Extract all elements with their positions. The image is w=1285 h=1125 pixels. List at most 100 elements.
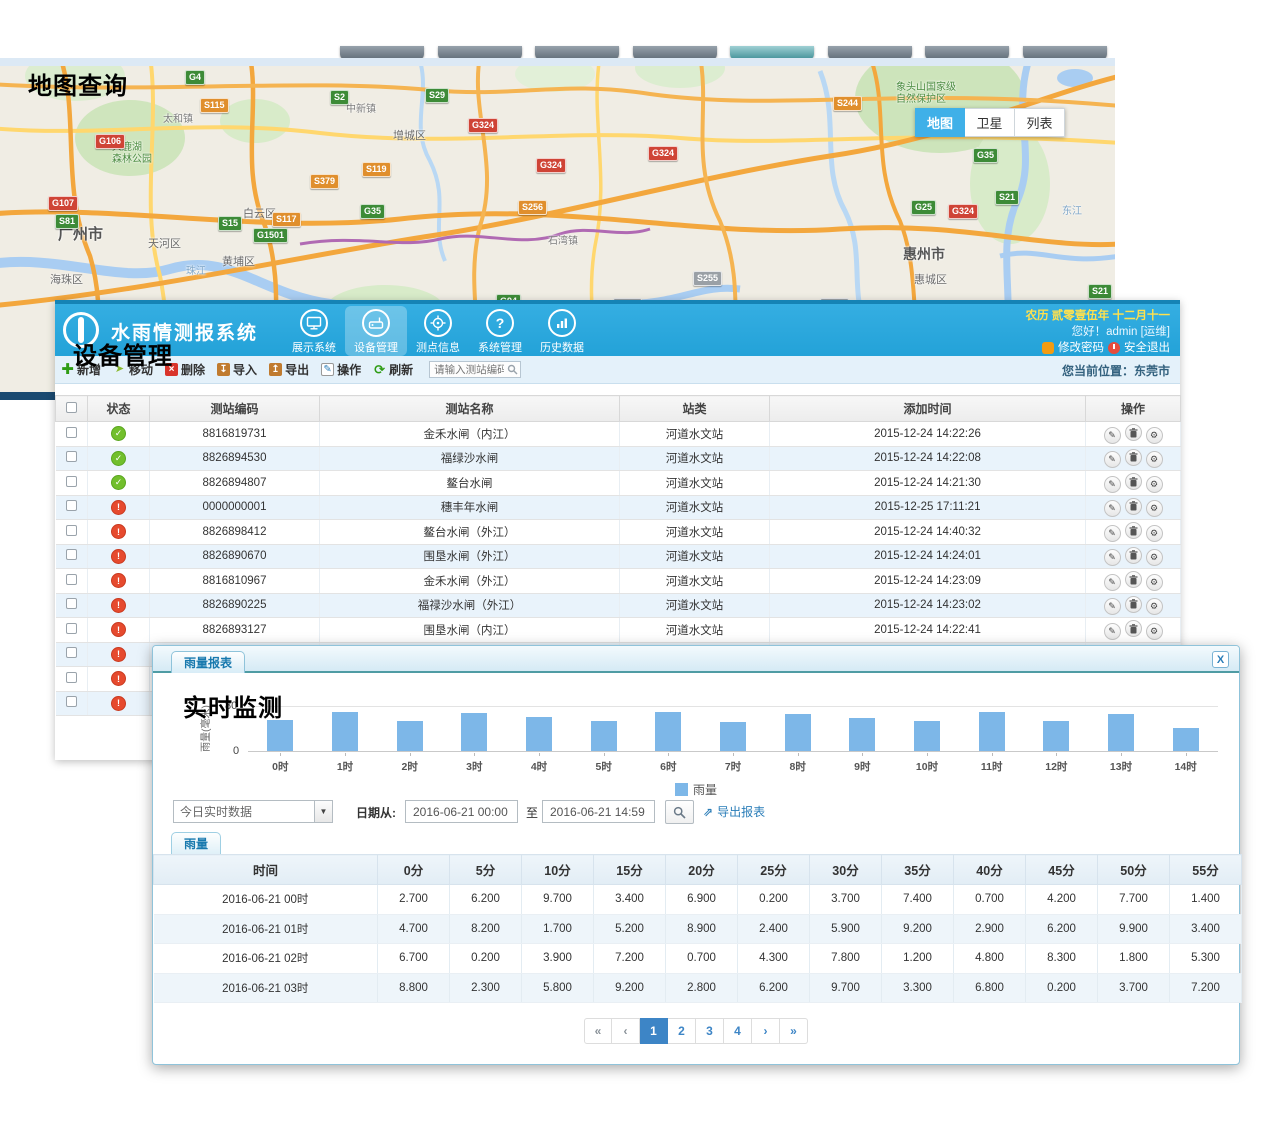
display-icon bbox=[300, 309, 328, 337]
status-badge: ✓ bbox=[111, 475, 126, 490]
lunar-date: 农历 贰零壹伍年 十二月十一 bbox=[1026, 308, 1170, 324]
settings-icon[interactable]: ⚙ bbox=[1146, 525, 1163, 542]
map-view-button-列表[interactable]: 列表 bbox=[1015, 108, 1065, 137]
settings-icon[interactable]: ⚙ bbox=[1146, 574, 1163, 591]
edit-icon[interactable]: ✎ bbox=[1104, 549, 1121, 566]
row-checkbox[interactable] bbox=[66, 500, 77, 511]
delete-icon[interactable] bbox=[1125, 522, 1142, 539]
select-all-checkbox[interactable] bbox=[66, 402, 77, 413]
page-button-«[interactable]: « bbox=[584, 1018, 612, 1044]
page-button-›[interactable]: › bbox=[752, 1018, 780, 1044]
logout-link[interactable]: 安全退出 bbox=[1124, 340, 1170, 356]
search-icon[interactable] bbox=[507, 364, 518, 375]
cell-value: 6.200 bbox=[738, 973, 810, 1003]
delete-icon[interactable] bbox=[1125, 596, 1142, 613]
delete-icon[interactable] bbox=[1125, 473, 1142, 490]
nav-item-device[interactable]: 设备管理 bbox=[345, 306, 407, 356]
row-checkbox[interactable] bbox=[66, 623, 77, 634]
toolbar-button-operate[interactable]: ✎操作 bbox=[321, 361, 361, 378]
realtime-monitor-panel: 雨量报表 X 雨量(毫米) 80 0 0时1时2时3时4时5时6时7时8时9时1… bbox=[152, 645, 1240, 1065]
row-checkbox[interactable] bbox=[66, 647, 77, 658]
settings-icon[interactable]: ⚙ bbox=[1146, 623, 1163, 640]
cell-value: 4.200 bbox=[1026, 885, 1098, 915]
delete-icon[interactable] bbox=[1125, 571, 1142, 588]
table-row: !8826898412鳌台水闸（外江）河道水文站2015-12-24 14:40… bbox=[56, 520, 1181, 545]
query-button[interactable] bbox=[665, 800, 694, 824]
import-icon: ↧ bbox=[217, 363, 230, 376]
map-view-button-地图[interactable]: 地图 bbox=[915, 108, 965, 137]
delete-icon[interactable] bbox=[1125, 498, 1142, 515]
bar-4时 bbox=[526, 717, 552, 751]
edit-icon[interactable]: ✎ bbox=[1104, 500, 1121, 517]
delete-icon[interactable] bbox=[1125, 620, 1142, 637]
toolbar-button-import[interactable]: ↧导入 bbox=[217, 361, 257, 378]
road-shield: G1501 bbox=[253, 228, 288, 243]
status-badge: ! bbox=[111, 524, 126, 539]
x-tick-label: 12时 bbox=[1024, 759, 1089, 774]
map-view-button-卫星[interactable]: 卫星 bbox=[965, 108, 1015, 137]
cell-value: 8.300 bbox=[1026, 944, 1098, 974]
nav-item-question[interactable]: ?系统管理 bbox=[469, 306, 531, 356]
page-button-4[interactable]: 4 bbox=[724, 1018, 752, 1044]
cell-type: 河道水文站 bbox=[620, 593, 770, 618]
edit-icon[interactable]: ✎ bbox=[1104, 476, 1121, 493]
page-button-3[interactable]: 3 bbox=[696, 1018, 724, 1044]
row-checkbox[interactable] bbox=[66, 549, 77, 560]
settings-icon[interactable]: ⚙ bbox=[1146, 549, 1163, 566]
legend-swatch bbox=[675, 783, 688, 796]
col-minute: 5分 bbox=[450, 855, 522, 885]
settings-icon[interactable]: ⚙ bbox=[1146, 451, 1163, 468]
row-checkbox[interactable] bbox=[66, 574, 77, 585]
edit-icon[interactable]: ✎ bbox=[1104, 623, 1121, 640]
road-shield: G324 bbox=[536, 158, 566, 173]
col-added-time: 添加时间 bbox=[770, 396, 1086, 422]
tab-rainfall[interactable]: 雨量 bbox=[171, 832, 221, 854]
row-checkbox[interactable] bbox=[66, 696, 77, 707]
delete-icon[interactable] bbox=[1125, 547, 1142, 564]
change-password-link[interactable]: 修改密码 bbox=[1058, 340, 1104, 356]
date-from-input[interactable] bbox=[405, 800, 518, 823]
page-button-2[interactable]: 2 bbox=[668, 1018, 696, 1044]
settings-icon[interactable]: ⚙ bbox=[1146, 500, 1163, 517]
chevron-down-icon[interactable]: ▼ bbox=[314, 801, 332, 822]
cell-time: 2015-12-24 14:23:09 bbox=[770, 569, 1086, 594]
delete-icon[interactable] bbox=[1125, 449, 1142, 466]
row-checkbox[interactable] bbox=[66, 476, 77, 487]
data-mode-dropdown[interactable]: 今日实时数据 ▼ bbox=[173, 800, 333, 823]
status-badge: ✓ bbox=[111, 426, 126, 441]
row-checkbox[interactable] bbox=[66, 672, 77, 683]
toolbar-button-refresh[interactable]: ⟳刷新 bbox=[373, 361, 413, 378]
delete-icon[interactable] bbox=[1125, 424, 1142, 441]
nav-item-target[interactable]: 测点信息 bbox=[407, 306, 469, 356]
nav-item-display[interactable]: 展示系统 bbox=[283, 306, 345, 356]
page-button-‹[interactable]: ‹ bbox=[612, 1018, 640, 1044]
map-place-label: 珠江 bbox=[186, 266, 206, 278]
cell-name: 鳌台水闸（外江） bbox=[320, 520, 620, 545]
cell-value: 9.700 bbox=[810, 973, 882, 1003]
edit-icon[interactable]: ✎ bbox=[1104, 427, 1121, 444]
cell-value: 2.800 bbox=[666, 973, 738, 1003]
edit-icon[interactable]: ✎ bbox=[1104, 451, 1121, 468]
page-button-1[interactable]: 1 bbox=[640, 1018, 668, 1044]
station-search bbox=[429, 361, 521, 378]
nav-item-history[interactable]: 历史数据 bbox=[531, 306, 593, 356]
export-report-link[interactable]: ⇗ 导出报表 bbox=[703, 803, 765, 820]
cell-name: 金禾水闸（外江） bbox=[320, 569, 620, 594]
page-button-»[interactable]: » bbox=[780, 1018, 808, 1044]
toolbar-button-export[interactable]: ↥导出 bbox=[269, 361, 309, 378]
close-icon[interactable]: X bbox=[1212, 651, 1229, 668]
col-minute: 15分 bbox=[594, 855, 666, 885]
settings-icon[interactable]: ⚙ bbox=[1146, 476, 1163, 493]
row-checkbox[interactable] bbox=[66, 427, 77, 438]
row-checkbox[interactable] bbox=[66, 525, 77, 536]
date-to-input[interactable] bbox=[542, 800, 655, 823]
tab-rainfall-report[interactable]: 雨量报表 bbox=[171, 651, 245, 673]
settings-icon[interactable]: ⚙ bbox=[1146, 598, 1163, 615]
edit-icon[interactable]: ✎ bbox=[1104, 598, 1121, 615]
edit-icon[interactable]: ✎ bbox=[1104, 574, 1121, 591]
edit-icon[interactable]: ✎ bbox=[1104, 525, 1121, 542]
nav-label: 系统管理 bbox=[478, 339, 522, 355]
row-checkbox[interactable] bbox=[66, 451, 77, 462]
row-checkbox[interactable] bbox=[66, 598, 77, 609]
settings-icon[interactable]: ⚙ bbox=[1146, 427, 1163, 444]
